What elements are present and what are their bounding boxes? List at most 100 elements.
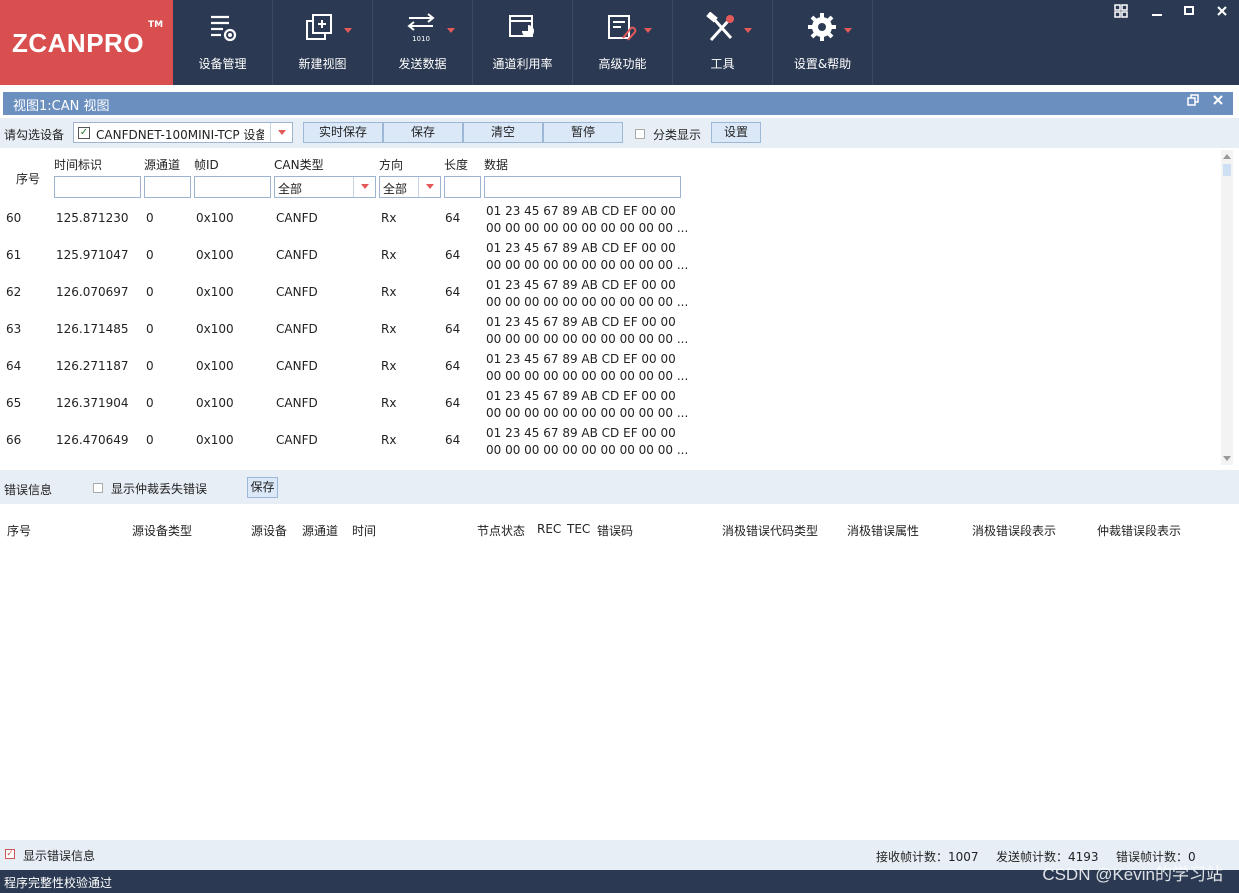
close-view-icon[interactable] — [1212, 94, 1224, 110]
err-header-passive-code-type: 消极错误代码类型 — [722, 524, 819, 538]
toolbar-label: 设备管理 — [198, 57, 247, 71]
frames-scrollbar[interactable] — [1221, 150, 1233, 465]
cell-data: 01 23 45 67 89 AB CD EF 00 00 00 00 00 00… — [486, 240, 688, 274]
device-value: CANFDNET-100MINI-TCP 设备 — [96, 128, 264, 142]
filter-data-input[interactable] — [484, 176, 681, 198]
device-select[interactable]: ✓ CANFDNET-100MINI-TCP 设备 — [73, 122, 293, 143]
table-row[interactable]: 64 126.271187 0 0x100 CANFD Rx 64 01 23 … — [3, 349, 703, 386]
cell-data: 01 23 45 67 89 AB CD EF 00 00 00 00 00 00… — [486, 425, 688, 459]
cell-dir: Rx — [381, 211, 397, 225]
error-info-label: 错误信息 — [4, 483, 53, 497]
settings-icon — [773, 12, 872, 46]
table-row[interactable]: 61 125.971047 0 0x100 CANFD Rx 64 01 23 … — [3, 238, 703, 275]
chevron-down-icon[interactable] — [270, 123, 292, 142]
cell-index: 60 — [6, 211, 22, 225]
chevron-down-icon — [447, 28, 455, 33]
maximize-icon[interactable] — [1180, 4, 1198, 20]
data-line: 01 23 45 67 89 AB CD EF 00 00 — [486, 352, 676, 366]
toolbar-label: 发送数据 — [398, 57, 447, 71]
filter-type-value: 全部 — [278, 182, 303, 196]
cell-time: 126.070697 — [56, 285, 129, 299]
cell-id: 0x100 — [196, 433, 234, 447]
toolbar-label: 通道利用率 — [492, 57, 553, 71]
cell-data: 01 23 45 67 89 AB CD EF 00 00 00 00 00 00… — [486, 277, 688, 311]
err-header-src-type: 源设备类型 — [132, 524, 193, 538]
chevron-down-icon — [744, 28, 752, 33]
cell-len: 64 — [445, 285, 461, 299]
minimize-icon[interactable] — [1148, 4, 1166, 20]
toolbar-label: 新建视图 — [298, 57, 347, 71]
header-len: 长度 — [444, 158, 469, 172]
view-title-bar: 视图1:CAN 视图 — [3, 92, 1233, 115]
cell-time: 126.470649 — [56, 433, 129, 447]
err-header-index: 序号 — [7, 524, 32, 538]
toolbar-label: 工具 — [710, 57, 735, 71]
new-view-icon — [273, 12, 372, 46]
toolbar-device-manage[interactable]: 设备管理 — [173, 0, 273, 85]
save-button[interactable]: 保存 — [383, 122, 463, 143]
cell-time: 126.371904 — [56, 396, 129, 410]
rx-count: 接收帧计数：1007 — [876, 850, 979, 864]
cell-data: 01 23 45 67 89 AB CD EF 00 00 00 00 00 00… — [486, 314, 688, 348]
app-logo: ZCANPRO TM — [0, 0, 173, 85]
channel-usage-icon — [473, 12, 572, 46]
settings-button[interactable]: 设置 — [711, 122, 761, 143]
toolbar-new-view[interactable]: 新建视图 — [273, 0, 373, 85]
data-line: 00 00 00 00 00 00 00 00 00 00 ... — [486, 332, 689, 346]
toolbar-tools[interactable]: 工具 — [673, 0, 773, 85]
scroll-up-icon[interactable] — [1223, 154, 1231, 159]
data-line: 00 00 00 00 00 00 00 00 00 00 ... — [486, 443, 689, 457]
cell-type: CANFD — [276, 248, 318, 262]
restore-icon[interactable] — [1187, 94, 1199, 110]
filter-time-input[interactable] — [54, 176, 141, 198]
filter-type-select[interactable]: 全部 — [274, 176, 376, 198]
send-data-icon: 1010 — [373, 12, 472, 46]
cell-id: 0x100 — [196, 322, 234, 336]
pause-button[interactable]: 暂停 — [543, 122, 623, 143]
err-header-arb-seg: 仲裁错误段表示 — [1097, 524, 1182, 538]
cell-dir: Rx — [381, 248, 397, 262]
error-save-button[interactable]: 保存 — [247, 477, 278, 498]
clear-button[interactable]: 清空 — [463, 122, 543, 143]
toolbar-send-data[interactable]: 1010 发送数据 — [373, 0, 473, 85]
table-row[interactable]: 66 126.470649 0 0x100 CANFD Rx 64 01 23 … — [3, 423, 703, 460]
toolbar-channel-usage[interactable]: 通道利用率 — [473, 0, 573, 85]
table-row[interactable]: 62 126.070697 0 0x100 CANFD Rx 64 01 23 … — [3, 275, 703, 312]
scroll-down-icon[interactable] — [1223, 456, 1231, 461]
chevron-down-icon — [353, 177, 375, 197]
toolbar-label: 设置&帮助 — [793, 57, 852, 71]
cell-time: 125.871230 — [56, 211, 129, 225]
header-id: 帧ID — [194, 158, 219, 172]
advanced-icon — [573, 12, 672, 46]
classify-checkbox[interactable] — [635, 129, 645, 139]
chevron-down-icon — [344, 28, 352, 33]
table-row[interactable]: 63 126.171485 0 0x100 CANFD Rx 64 01 23 … — [3, 312, 703, 349]
filter-dir-select[interactable]: 全部 — [379, 176, 441, 198]
control-row: 请勾选设备 ✓ CANFDNET-100MINI-TCP 设备 实时保存 保存 … — [0, 118, 1239, 148]
show-errors-checkbox[interactable]: ✓ — [5, 849, 15, 859]
realtime-save-button[interactable]: 实时保存 — [303, 122, 383, 143]
cell-len: 64 — [445, 211, 461, 225]
show-arb-checkbox[interactable] — [93, 483, 103, 493]
toolbar-advanced[interactable]: 高级功能 — [573, 0, 673, 85]
data-line: 01 23 45 67 89 AB CD EF 00 00 — [486, 241, 676, 255]
error-table: 序号 源设备类型 源设备 源通道 时间 节点状态 REC TEC 错误码 消极错… — [3, 505, 1233, 838]
table-row[interactable]: 65 126.371904 0 0x100 CANFD Rx 64 01 23 … — [3, 386, 703, 423]
data-line: 00 00 00 00 00 00 00 00 00 00 ... — [486, 258, 689, 272]
cell-index: 62 — [6, 285, 22, 299]
filter-channel-input[interactable] — [144, 176, 191, 198]
filter-id-input[interactable] — [194, 176, 271, 198]
scroll-thumb[interactable] — [1223, 164, 1231, 176]
close-icon[interactable] — [1213, 4, 1231, 20]
cell-type: CANFD — [276, 396, 318, 410]
layout-icon[interactable] — [1112, 4, 1130, 20]
cell-len: 64 — [445, 433, 461, 447]
svg-text:1010: 1010 — [412, 35, 430, 43]
device-checkbox[interactable]: ✓ — [78, 127, 90, 139]
device-manage-icon — [173, 12, 272, 46]
table-row[interactable]: 60 125.871230 0 0x100 CANFD Rx 64 01 23 … — [3, 201, 703, 238]
err-header-err-code: 错误码 — [597, 524, 634, 538]
filter-len-input[interactable] — [444, 176, 481, 198]
toolbar-settings-help[interactable]: 设置&帮助 — [773, 0, 873, 85]
cell-channel: 0 — [146, 322, 154, 336]
